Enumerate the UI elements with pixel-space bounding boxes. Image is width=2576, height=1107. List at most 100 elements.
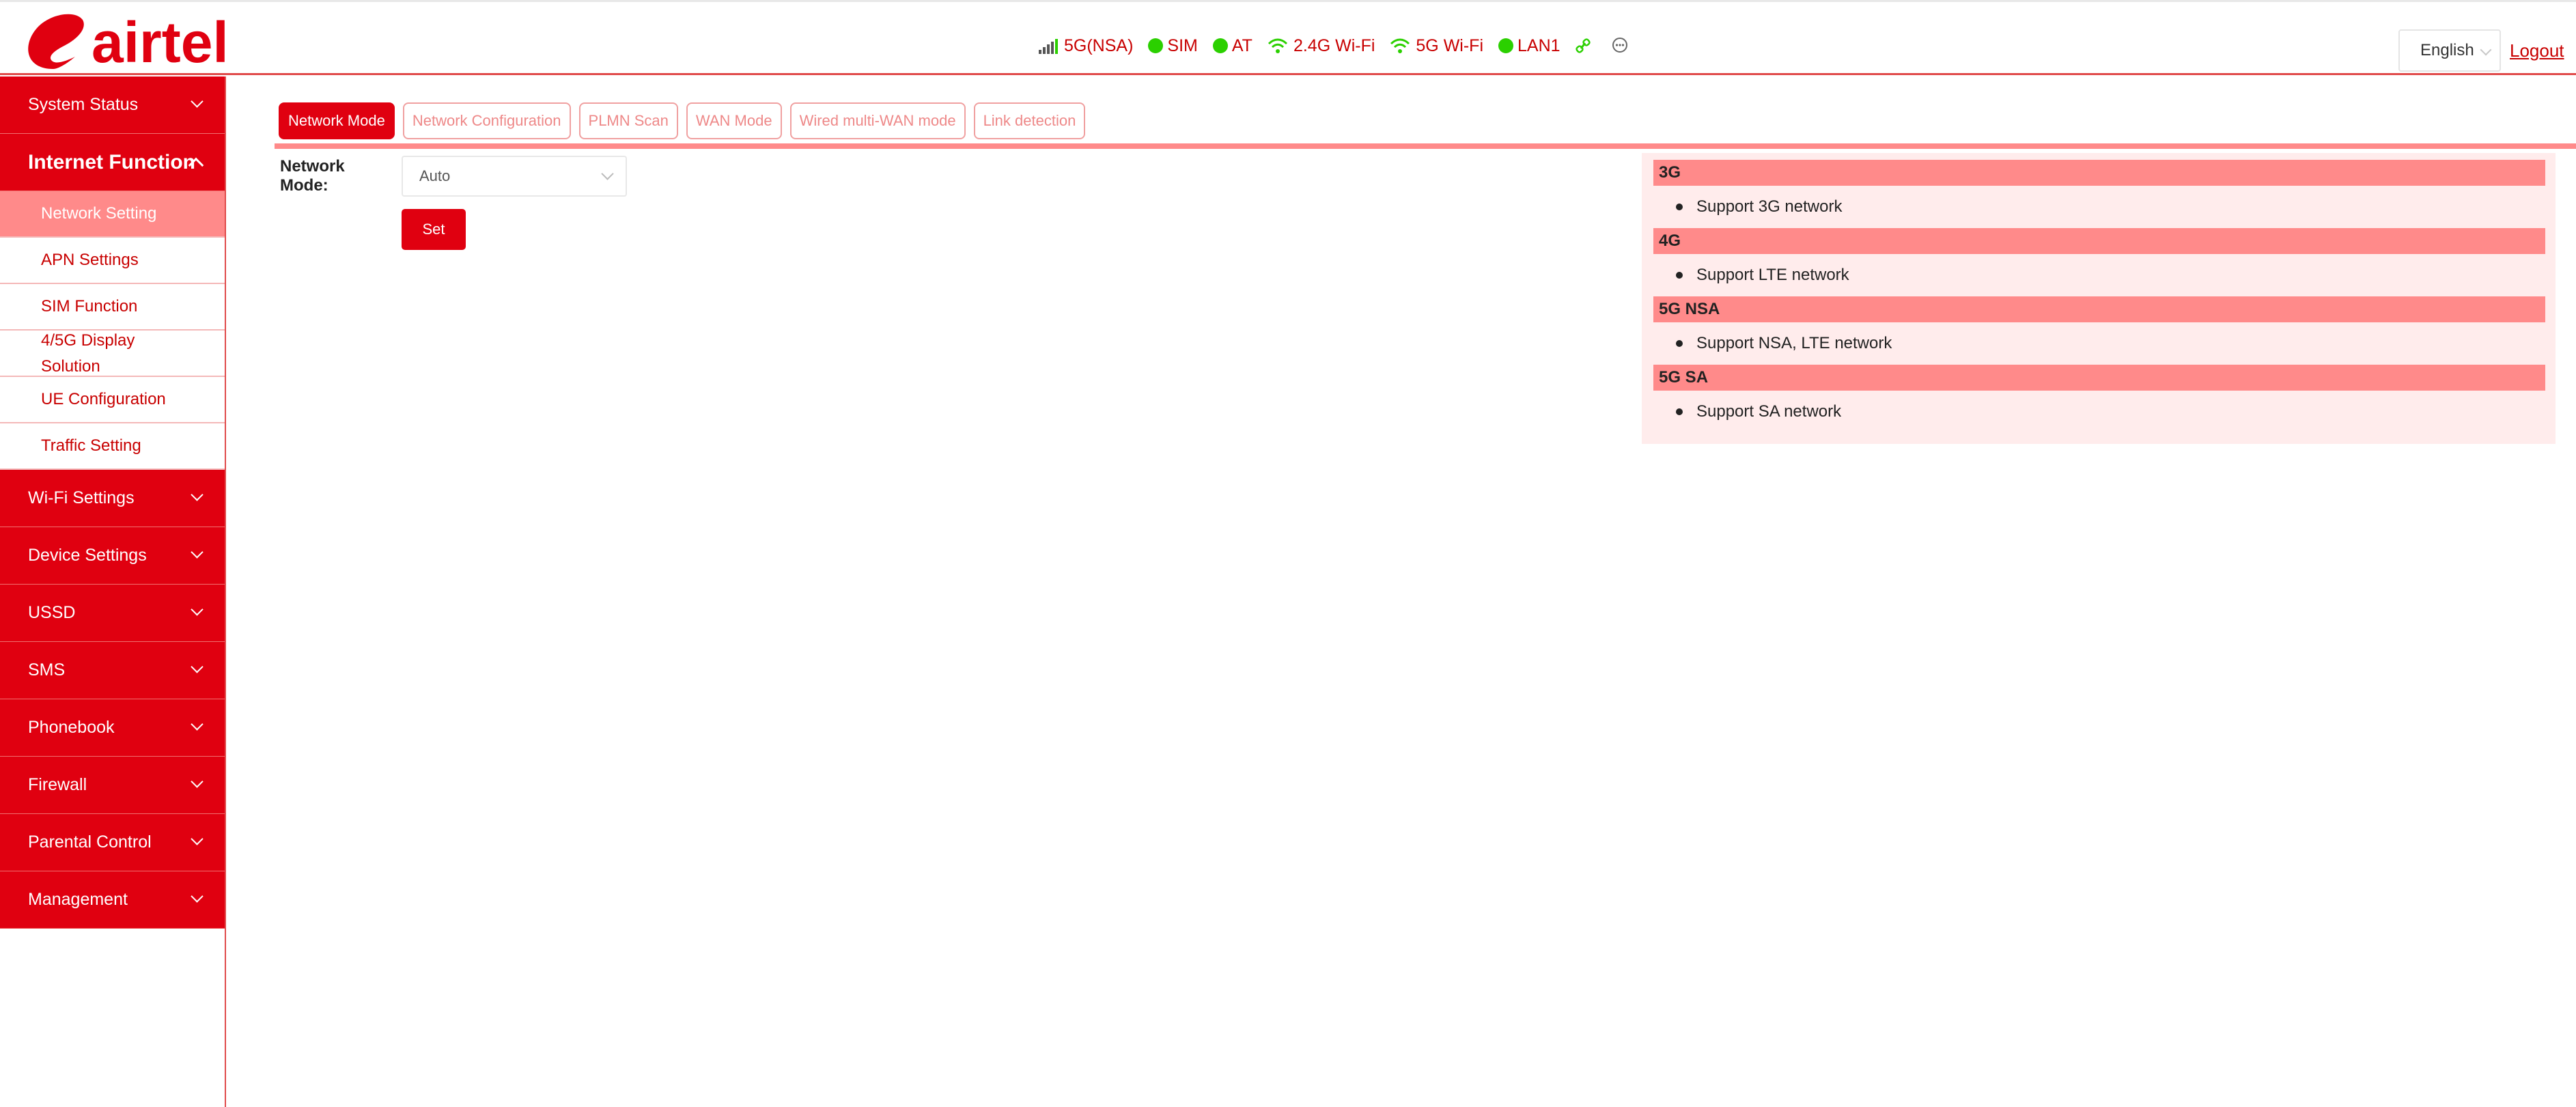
sidebar-item-label: UE Configuration bbox=[41, 390, 166, 408]
sidebar-item-sim-function[interactable]: SIM Function bbox=[0, 284, 225, 331]
help-item-text: Support NSA, LTE network bbox=[1696, 334, 1892, 352]
sidebar-group-parental-control[interactable]: Parental Control bbox=[0, 814, 225, 871]
network-mode-value: Auto bbox=[419, 167, 451, 184]
help-item: Support NSA, LTE network bbox=[1653, 322, 2545, 365]
sidebar-group-label: Internet Function bbox=[28, 150, 195, 173]
sidebar-item-label: 4/5G Display Solution bbox=[41, 331, 135, 376]
sidebar-item-label: Network Setting bbox=[41, 204, 157, 223]
chevron-down-icon bbox=[601, 167, 614, 180]
sidebar-group-phonebook[interactable]: Phonebook bbox=[0, 699, 225, 757]
status-label: SIM bbox=[1167, 36, 1198, 55]
set-button[interactable]: Set bbox=[402, 209, 466, 250]
bullet-icon bbox=[1676, 408, 1683, 415]
chevron-down-icon bbox=[191, 95, 204, 108]
sidebar-item-network-setting[interactable]: Network Setting bbox=[0, 191, 225, 238]
tab-underline bbox=[275, 143, 2576, 149]
sidebar-group-label: System Status bbox=[28, 95, 139, 114]
tab-network-configuration[interactable]: Network Configuration bbox=[402, 102, 571, 139]
status-label: 2.4G Wi-Fi bbox=[1293, 36, 1375, 55]
network-mode-label: Network Mode: bbox=[280, 157, 345, 195]
status-message[interactable] bbox=[1611, 37, 1634, 55]
airtel-logo[interactable]: airtel bbox=[18, 6, 236, 74]
status-link bbox=[1575, 38, 1596, 54]
sidebar-group-label: Parental Control bbox=[28, 832, 152, 852]
help-heading: 5G SA bbox=[1653, 365, 2545, 391]
sidebar-item-traffic-setting[interactable]: Traffic Setting bbox=[0, 423, 225, 470]
status-dot-icon bbox=[1148, 38, 1164, 53]
language-value: English bbox=[2420, 41, 2474, 59]
tab-wan-mode[interactable]: WAN Mode bbox=[686, 102, 782, 139]
help-heading: 4G bbox=[1653, 228, 2545, 254]
link-icon bbox=[1575, 38, 1591, 53]
sidebar-item-label: APN Settings bbox=[41, 251, 139, 269]
wifi-icon bbox=[1268, 38, 1288, 53]
sidebar-item-display-solution[interactable]: 4/5G Display Solution bbox=[0, 331, 225, 377]
status-network: 5G(NSA) bbox=[1038, 36, 1133, 56]
status-label: 5G Wi-Fi bbox=[1416, 36, 1484, 55]
status-at: AT bbox=[1212, 36, 1252, 56]
sidebar-group-label: Wi-Fi Settings bbox=[28, 488, 135, 507]
signal-icon bbox=[1039, 39, 1058, 54]
status-wifi-5: 5G Wi-Fi bbox=[1390, 36, 1483, 56]
help-item: Support SA network bbox=[1653, 391, 2545, 433]
bullet-icon bbox=[1676, 204, 1683, 210]
status-label: AT bbox=[1231, 36, 1252, 55]
tab-network-mode[interactable]: Network Mode bbox=[279, 102, 395, 139]
sidebar-group-wifi-settings[interactable]: Wi-Fi Settings bbox=[0, 470, 225, 527]
tab-link-detection[interactable]: Link detection bbox=[973, 102, 1086, 139]
wifi-icon bbox=[1390, 38, 1410, 53]
status-label: LAN1 bbox=[1517, 36, 1560, 55]
tab-bar: Network Mode Network Configuration PLMN … bbox=[279, 102, 1093, 139]
network-mode-help-panel: 3G Support 3G network 4G Support LTE net… bbox=[1642, 153, 2556, 444]
sidebar-group-label: Phonebook bbox=[28, 718, 115, 737]
sidebar-group-system-status[interactable]: System Status bbox=[0, 76, 225, 134]
sidebar-group-firewall[interactable]: Firewall bbox=[0, 757, 225, 814]
chevron-down-icon bbox=[191, 660, 204, 673]
message-icon[interactable] bbox=[1611, 37, 1629, 55]
help-item-text: Support SA network bbox=[1696, 402, 1842, 421]
tab-wired-multi-wan-mode[interactable]: Wired multi-WAN mode bbox=[789, 102, 966, 139]
sidebar-group-internet-function[interactable]: Internet Function bbox=[0, 134, 225, 191]
sidebar-item-label: SIM Function bbox=[41, 297, 138, 316]
status-wifi-24: 2.4G Wi-Fi bbox=[1268, 36, 1375, 56]
status-label: 5G(NSA) bbox=[1064, 36, 1134, 55]
sidebar-item-label: Traffic Setting bbox=[41, 436, 141, 455]
sidebar-item-ue-configuration[interactable]: UE Configuration bbox=[0, 377, 225, 423]
chevron-down-icon bbox=[191, 603, 204, 616]
sidebar: System Status Internet Function Network … bbox=[0, 76, 226, 1107]
help-item: Support LTE network bbox=[1653, 254, 2545, 296]
help-heading: 3G bbox=[1653, 160, 2545, 186]
sidebar-group-label: SMS bbox=[28, 660, 66, 679]
sidebar-group-label: Management bbox=[28, 890, 128, 909]
status-bar: 5G(NSA) SIM AT 2.4G Wi-Fi 5G Wi-Fi LAN1 bbox=[1038, 33, 1649, 58]
help-item: Support 3G network bbox=[1653, 186, 2545, 228]
sidebar-group-label: Device Settings bbox=[28, 546, 147, 565]
chevron-down-icon bbox=[191, 718, 204, 731]
sidebar-group-label: USSD bbox=[28, 603, 76, 622]
sidebar-group-sms[interactable]: SMS bbox=[0, 642, 225, 699]
sidebar-group-label: Firewall bbox=[28, 775, 87, 794]
chevron-down-icon bbox=[191, 546, 204, 559]
sidebar-item-apn-settings[interactable]: APN Settings bbox=[0, 238, 225, 284]
network-mode-select[interactable]: Auto bbox=[402, 156, 627, 197]
header: airtel 5G(NSA) SIM AT 2.4G Wi-Fi 5G Wi-F… bbox=[0, 2, 2576, 75]
chevron-down-icon bbox=[191, 832, 204, 845]
chevron-down-icon bbox=[191, 488, 204, 501]
language-select[interactable]: English bbox=[2398, 29, 2501, 72]
sidebar-group-ussd[interactable]: USSD bbox=[0, 585, 225, 642]
status-dot-icon bbox=[1212, 38, 1228, 53]
sidebar-group-management[interactable]: Management bbox=[0, 871, 225, 929]
chevron-down-icon bbox=[191, 775, 204, 788]
bullet-icon bbox=[1676, 272, 1683, 279]
status-sim: SIM bbox=[1148, 36, 1198, 56]
status-lan1: LAN1 bbox=[1498, 36, 1560, 56]
status-dot-icon bbox=[1498, 38, 1514, 53]
chevron-down-icon bbox=[2480, 44, 2492, 56]
brand-name: airtel bbox=[92, 10, 229, 74]
tab-plmn-scan[interactable]: PLMN Scan bbox=[578, 102, 678, 139]
sidebar-group-device-settings[interactable]: Device Settings bbox=[0, 527, 225, 585]
help-heading: 5G NSA bbox=[1653, 296, 2545, 322]
logout-link[interactable]: Logout bbox=[2510, 40, 2564, 61]
chevron-down-icon bbox=[191, 890, 204, 903]
help-item-text: Support 3G network bbox=[1696, 197, 1843, 216]
